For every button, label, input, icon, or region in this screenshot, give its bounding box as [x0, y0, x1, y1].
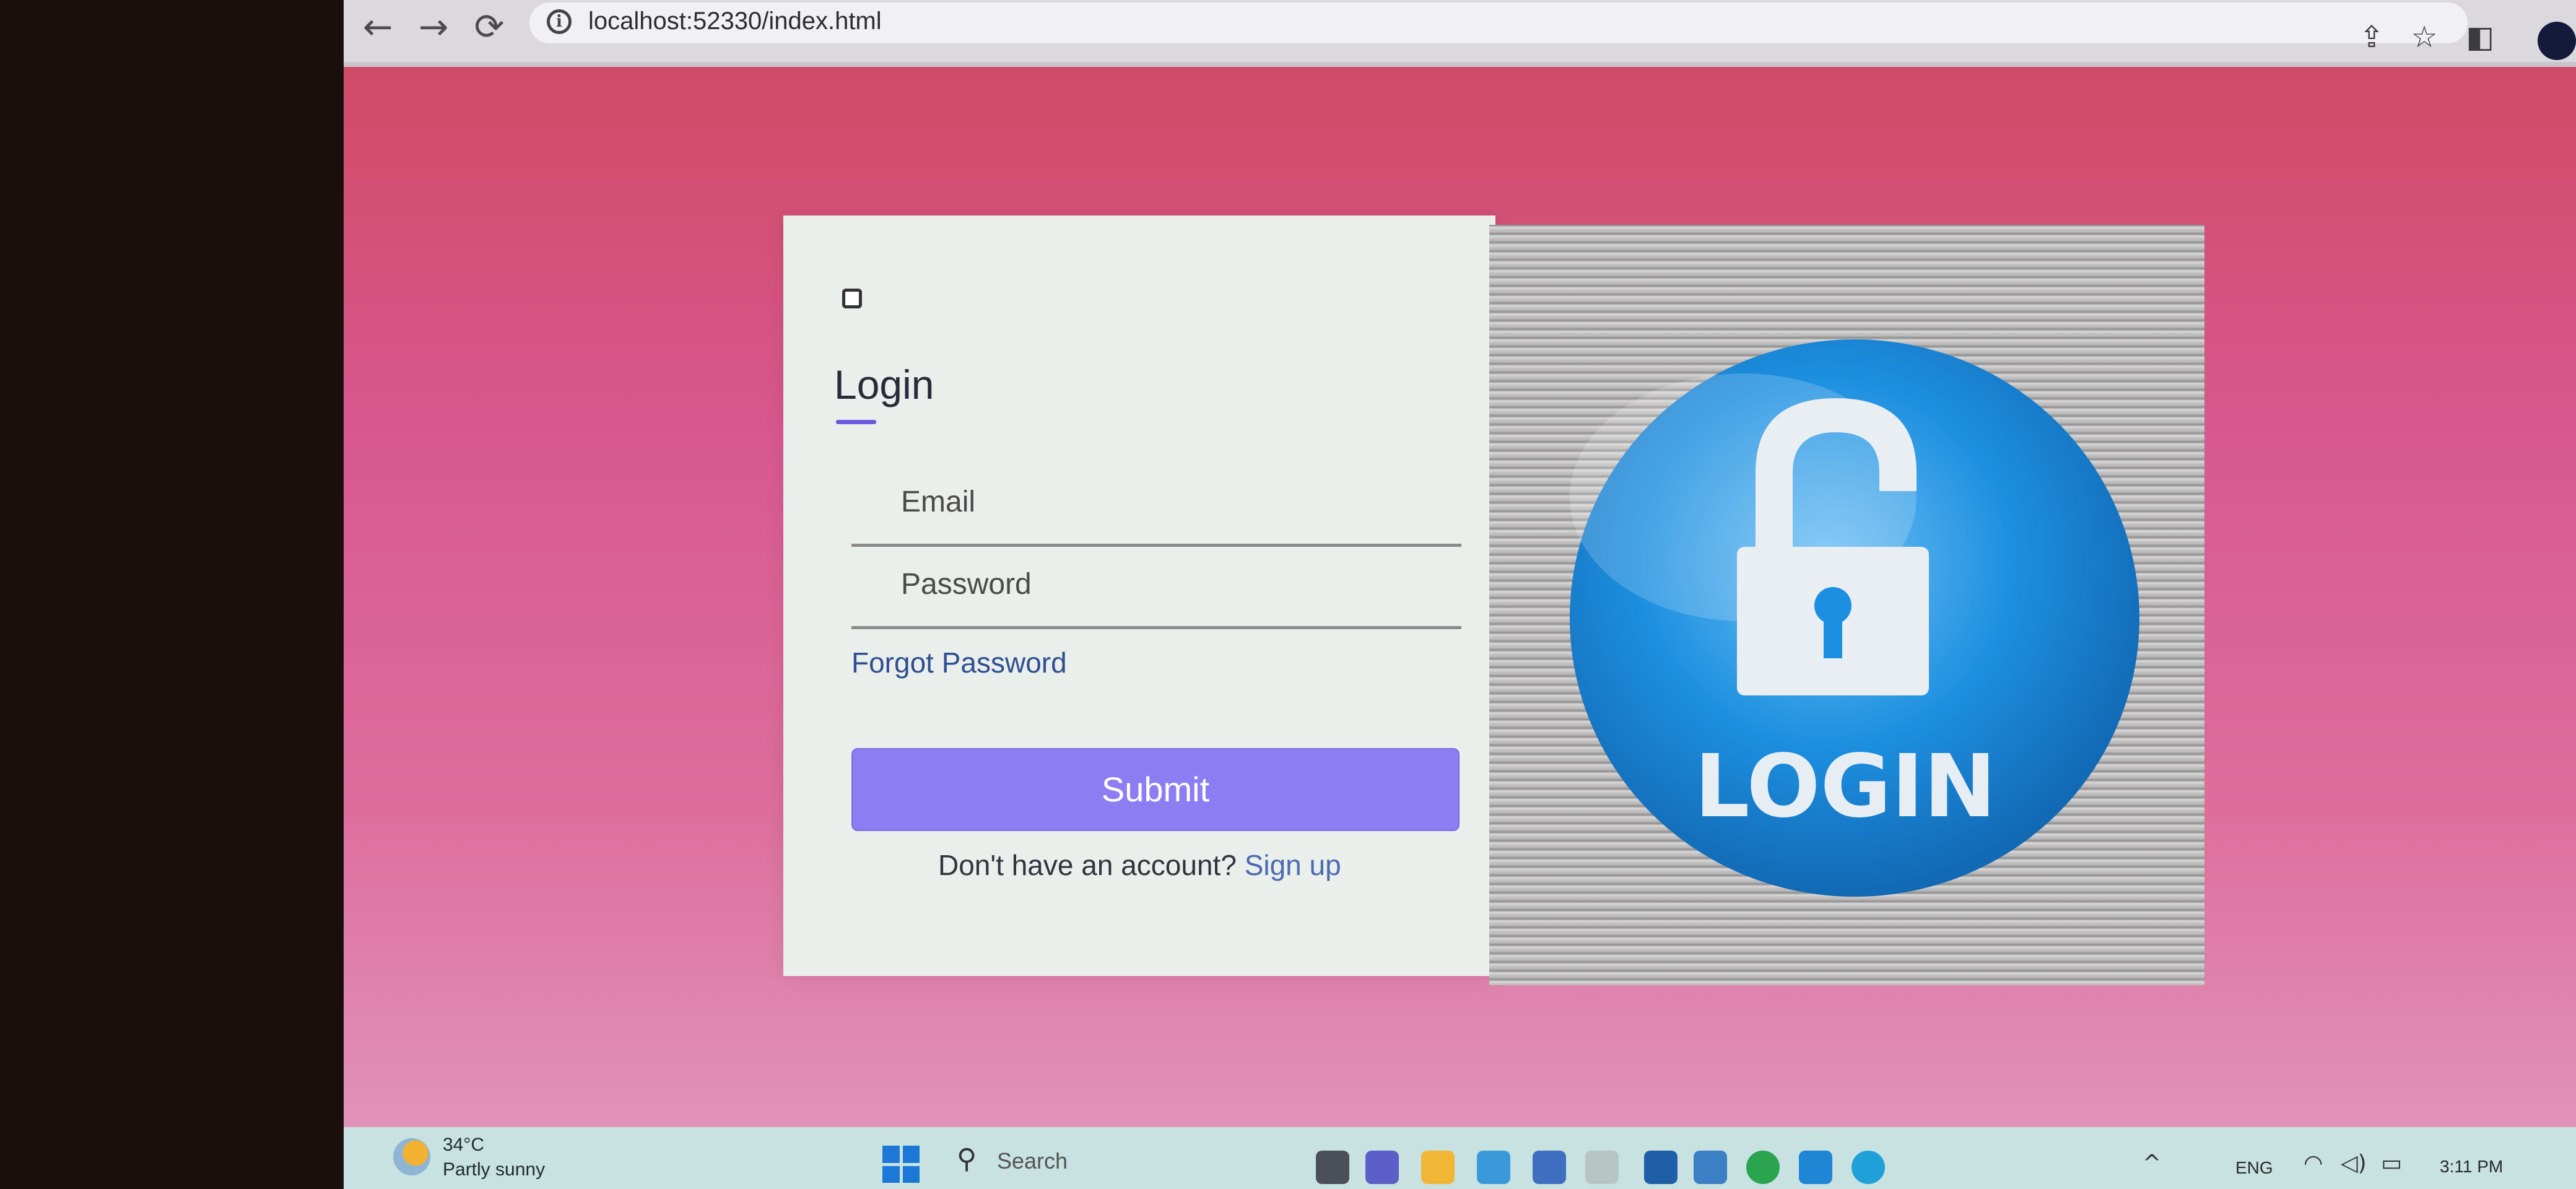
visual-studio-icon[interactable] — [1644, 1151, 1677, 1184]
keyhole-slot — [1824, 615, 1842, 658]
app-icon-hex[interactable] — [1694, 1151, 1727, 1184]
login-hero-image: LOGIN — [1489, 225, 2204, 985]
hero-login-label: LOGIN — [1694, 736, 1996, 837]
taskbar: 34°C Partly sunny ⚲ Search ^ ENG ◠ ◁) ▭ … — [344, 1127, 2576, 1189]
volume-icon[interactable]: ◁) — [2341, 1151, 2367, 1176]
login-card: Login Email Password Forgot Password Sub… — [783, 216, 1495, 976]
chrome-icon[interactable] — [1746, 1151, 1780, 1184]
browser-toolbar: ← → ⟳ i localhost:52330/index.html ⇪ ☆ ◧ — [344, 0, 2576, 67]
wifi-icon[interactable]: ◠ — [2304, 1151, 2323, 1176]
vscode-icon[interactable] — [1799, 1151, 1832, 1184]
monitor-screen: ← → ⟳ i localhost:52330/index.html ⇪ ☆ ◧… — [344, 0, 2576, 1189]
search-placeholder: Search — [997, 1148, 1068, 1174]
address-bar[interactable]: i localhost:52330/index.html — [529, 2, 2468, 43]
reload-icon[interactable]: ⟳ — [468, 5, 511, 48]
copilot-icon[interactable] — [1477, 1151, 1510, 1184]
url-text[interactable]: localhost:52330/index.html — [588, 7, 882, 35]
signup-row: Don't have an account? Sign up — [938, 848, 1341, 882]
email-field[interactable]: Email — [901, 485, 975, 519]
info-icon[interactable]: i — [547, 9, 572, 34]
lock-illustration: LOGIN — [1570, 339, 2139, 897]
search-icon: ⚲ — [957, 1143, 977, 1175]
forward-icon[interactable]: → — [412, 5, 455, 48]
signup-prompt: Don't have an account? — [938, 849, 1237, 881]
task-view-icon[interactable] — [1316, 1151, 1349, 1184]
login-title: Login — [834, 362, 934, 407]
language-indicator[interactable]: ENG — [2235, 1158, 2273, 1178]
signup-link[interactable]: Sign up — [1245, 849, 1341, 881]
clock[interactable]: 3:11 PM — [2440, 1157, 2503, 1177]
weather-description[interactable]: Partly sunny — [443, 1159, 545, 1180]
weather-sun-icon[interactable] — [393, 1138, 430, 1175]
profile-avatar[interactable] — [2538, 22, 2576, 60]
checkbox[interactable] — [842, 289, 862, 308]
edge-icon[interactable] — [1852, 1151, 1885, 1184]
taskbar-search[interactable]: ⚲ Search — [957, 1141, 1291, 1179]
title-underline — [836, 420, 876, 424]
email-underline — [851, 544, 1461, 547]
store-icon[interactable] — [1533, 1151, 1566, 1184]
battery-icon[interactable]: ▭ — [2381, 1151, 2402, 1176]
app-icon-generic[interactable] — [1585, 1151, 1619, 1184]
submit-button[interactable]: Submit — [851, 748, 1460, 831]
password-underline — [851, 626, 1461, 629]
file-explorer-icon[interactable] — [1421, 1151, 1455, 1184]
bookmark-star-icon[interactable]: ☆ — [2406, 19, 2443, 56]
side-panel-icon[interactable]: ◧ — [2461, 19, 2499, 56]
teams-chat-icon[interactable] — [1365, 1151, 1399, 1184]
chevron-up-icon[interactable]: ^ — [2143, 1151, 2161, 1176]
weather-temperature[interactable]: 34°C — [443, 1135, 484, 1156]
windows-start-icon[interactable] — [882, 1146, 920, 1183]
share-icon[interactable]: ⇪ — [2353, 19, 2390, 56]
back-icon[interactable]: ← — [356, 5, 399, 48]
page-background: Login Email Password Forgot Password Sub… — [344, 67, 2576, 1127]
forgot-password-link[interactable]: Forgot Password — [851, 646, 1067, 679]
password-field[interactable]: Password — [901, 567, 1032, 601]
